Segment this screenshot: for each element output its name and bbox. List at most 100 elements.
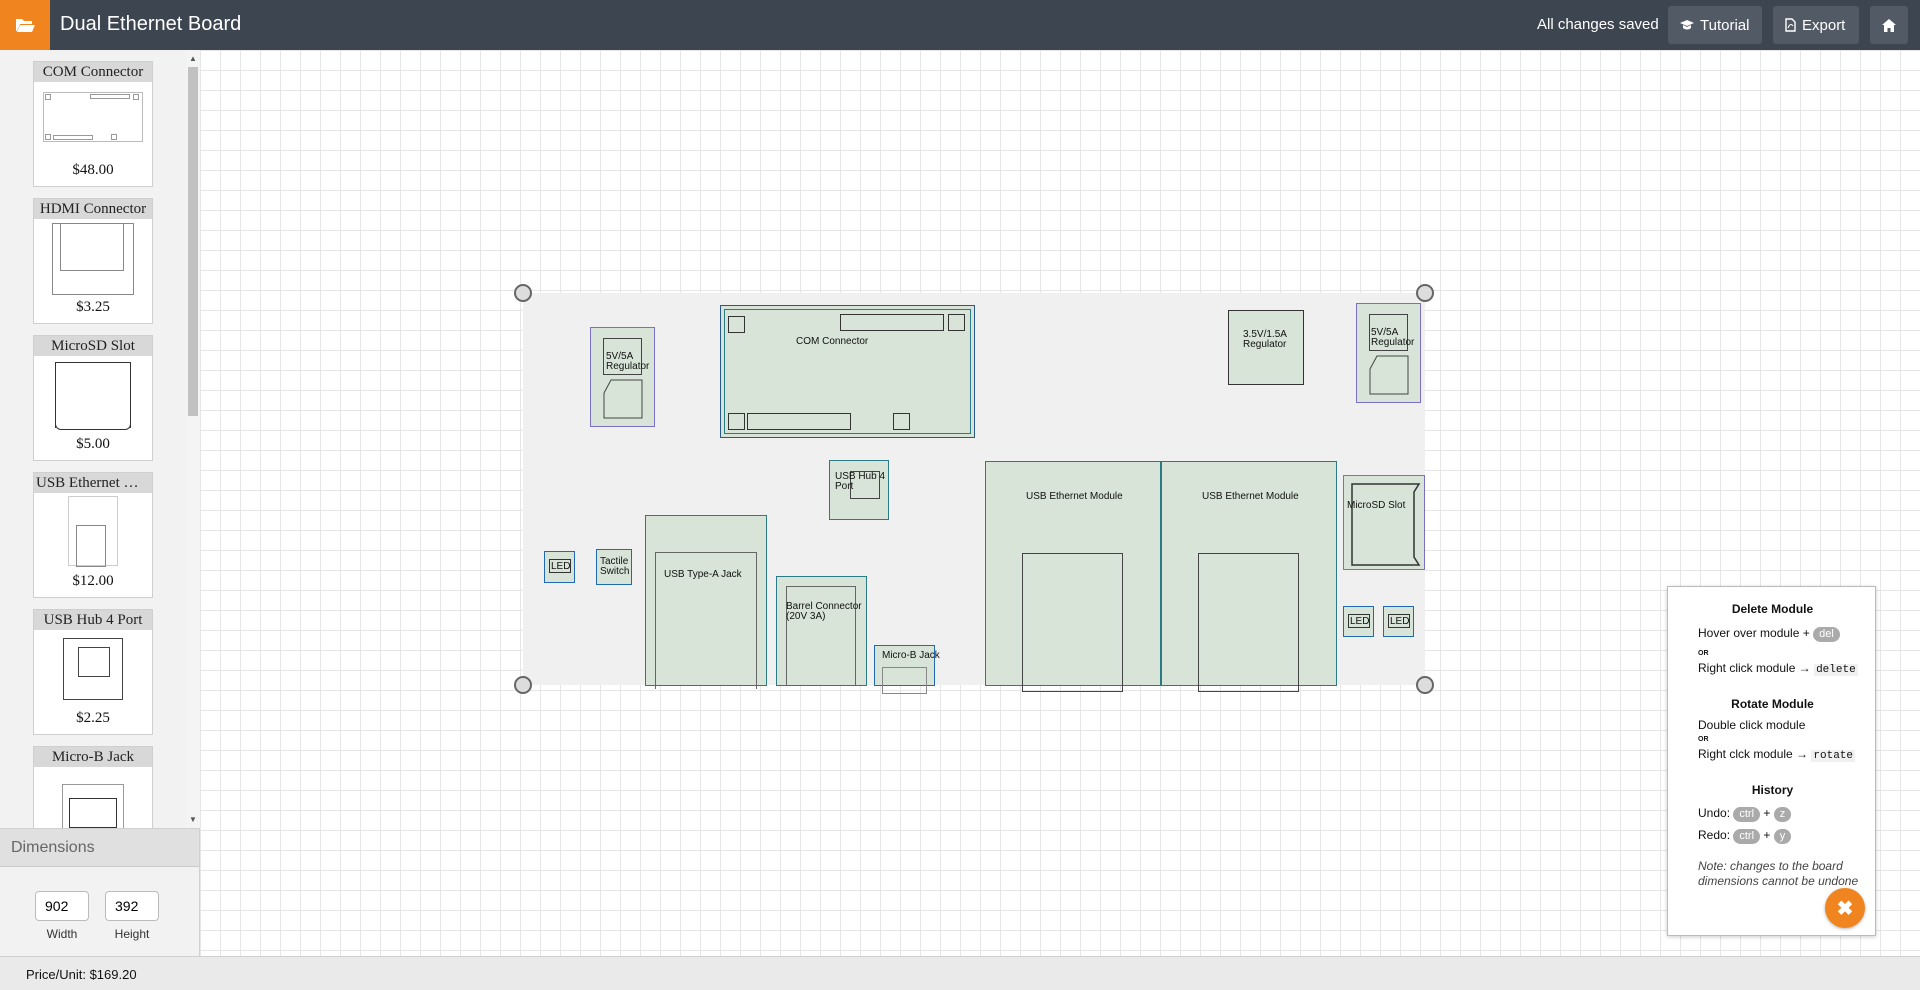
module-label: USB Ethernet Module [1202,491,1299,502]
height-input[interactable] [105,891,159,921]
module-catalog: COM Connector $48.00 HDMI Connector $3.2… [0,50,186,828]
module-label: Micro-B Jack [882,650,940,661]
module-led-1[interactable]: LED [544,551,575,583]
pcb-board[interactable]: 5V/5A Regulator COM Connector 3.5V/1.5A … [523,293,1425,694]
catalog-item-price: $2.25 [76,710,110,726]
delete-hint-2: Right click module → delete [1698,661,1858,676]
module-led-2[interactable]: LED [1343,606,1374,637]
catalog-item-name: Micro-B Jack [34,747,152,767]
module-label: USB Ethernet Module [1026,491,1123,502]
z-key: z [1773,807,1792,822]
catalog-item-hdmi-connector[interactable]: HDMI Connector $3.25 [33,198,153,324]
module-sidebar: COM Connector $48.00 HDMI Connector $3.2… [0,50,200,828]
close-help-button[interactable]: ✖ [1825,888,1865,928]
module-label: USB Type-A Jack [664,569,742,580]
catalog-item-thumbnail [34,630,152,710]
module-label-line2: (20V 3A) [786,611,826,622]
module-regulator-3v5[interactable]: 3.5V/1.5A Regulator [1228,310,1304,385]
module-regulator-5v-right[interactable]: 5V/5A Regulator [1356,303,1421,403]
module-usb-ethernet-1[interactable]: USB Ethernet Module [985,461,1161,692]
catalog-item-name: USB Hub 4 Port [34,610,152,630]
or-separator: OR [1698,650,1709,657]
delete-hint-text: Right click module → [1698,661,1811,675]
resize-handle-bottom-right[interactable] [1416,676,1434,694]
history-heading: History [1751,783,1794,797]
module-label-line2: Regulator [1371,337,1415,348]
scroll-up-arrow-icon[interactable]: ▲ [189,54,197,63]
catalog-item-com-connector[interactable]: COM Connector $48.00 [33,61,153,187]
or-separator: OR [1698,736,1709,743]
redo-label: Redo: [1698,828,1731,842]
tutorial-button[interactable]: Tutorial [1668,6,1762,44]
catalog-item-thumbnail [34,219,152,299]
resize-handle-top-left[interactable] [514,284,532,302]
catalog-item-name: USB Ethernet M… [34,473,152,493]
resize-handle-bottom-left[interactable] [514,676,532,694]
module-micro-b-jack[interactable]: Micro-B Jack [874,645,940,694]
module-usb-ethernet-2[interactable]: USB Ethernet Module [1161,461,1337,692]
module-label-line2: Switch [600,566,630,577]
dimensions-heading: Dimensions [0,829,199,867]
catalog-item-thumbnail [34,356,152,436]
sidebar-scrollbar[interactable]: ▲ ▼ [186,50,200,828]
module-label: LED [1390,616,1410,627]
width-label: Width [46,927,78,941]
open-folder-button[interactable] [0,0,50,50]
rotate-hint-text: Right clck module → [1698,747,1809,761]
catalog-item-thumbnail [34,767,152,828]
width-input[interactable] [35,891,89,921]
module-label-line2: Port [835,481,854,492]
module-label: COM Connector [796,336,869,347]
module-label-line2: Regulator [606,361,650,372]
module-label-line2: Regulator [1243,339,1287,350]
rotate-hint-2: Right clck module → rotate [1698,747,1855,762]
dimensions-panel: Dimensions Width Height [0,828,200,956]
catalog-item-price: $12.00 [72,573,114,589]
redo-hint: Redo: ctrl + y [1698,828,1792,844]
board-title: Dual Ethernet Board [60,13,242,35]
catalog-item-name: HDMI Connector [34,199,152,219]
scroll-down-arrow-icon[interactable]: ▼ [189,815,197,824]
catalog-item-name: MicroSD Slot [34,336,152,356]
module-label: LED [551,561,571,572]
undo-hint: Undo: ctrl + z [1698,806,1792,822]
height-label: Height [114,927,150,941]
tutorial-label: Tutorial [1700,16,1750,34]
close-icon: ✖ [1836,897,1854,920]
catalog-item-microsd-slot[interactable]: MicroSD Slot $5.00 [33,335,153,461]
module-label: LED [1350,616,1370,627]
delete-code: delete [1814,664,1858,676]
folder-open-icon [16,19,35,32]
dimensions-note: Note: changes to the board dimensions ca… [1698,859,1859,888]
module-label: MicroSD Slot [1347,500,1406,511]
catalog-item-thumbnail [34,82,152,162]
board-workspace[interactable]: 5V/5A Regulator COM Connector 3.5V/1.5A … [200,50,1920,956]
module-regulator-5v-left[interactable]: 5V/5A Regulator [590,327,655,427]
catalog-item-micro-b-jack[interactable]: Micro-B Jack [33,746,153,828]
delete-hint-1: Hover over module + del [1698,626,1840,642]
module-microsd-slot[interactable]: MicroSD Slot [1343,475,1425,570]
export-button[interactable]: Export [1773,6,1859,44]
status-bar: Price/Unit: $169.20 [0,956,1920,990]
module-com-connector[interactable]: COM Connector [720,305,975,438]
catalog-item-usb-hub-4-port[interactable]: USB Hub 4 Port $2.25 [33,609,153,735]
module-usb-hub-4-port[interactable]: USB Hub 4 Port [829,460,889,520]
rotate-code: rotate [1811,750,1855,762]
catalog-item-usb-ethernet-module[interactable]: USB Ethernet M… $12.00 [33,472,153,598]
pdf-file-icon [1785,18,1796,32]
price-per-unit: Price/Unit: $169.20 [26,967,137,982]
resize-handle-top-right[interactable] [1416,284,1434,302]
scrollbar-thumb[interactable] [188,67,198,416]
graduation-cap-icon [1680,20,1694,30]
module-led-3[interactable]: LED [1383,606,1414,637]
catalog-item-price: $48.00 [72,162,114,178]
module-barrel-connector[interactable]: Barrel Connector (20V 3A) [776,576,867,686]
catalog-item-price: $3.25 [76,299,110,315]
module-tactile-switch[interactable]: Tactile Switch [596,549,632,585]
home-button[interactable] [1870,6,1908,44]
plus-sign: + [1763,828,1771,842]
catalog-item-thumbnail [34,493,152,573]
home-icon [1882,18,1896,32]
ctrl-key: ctrl [1733,807,1761,822]
module-usb-type-a-jack[interactable]: USB Type-A Jack [645,515,767,689]
